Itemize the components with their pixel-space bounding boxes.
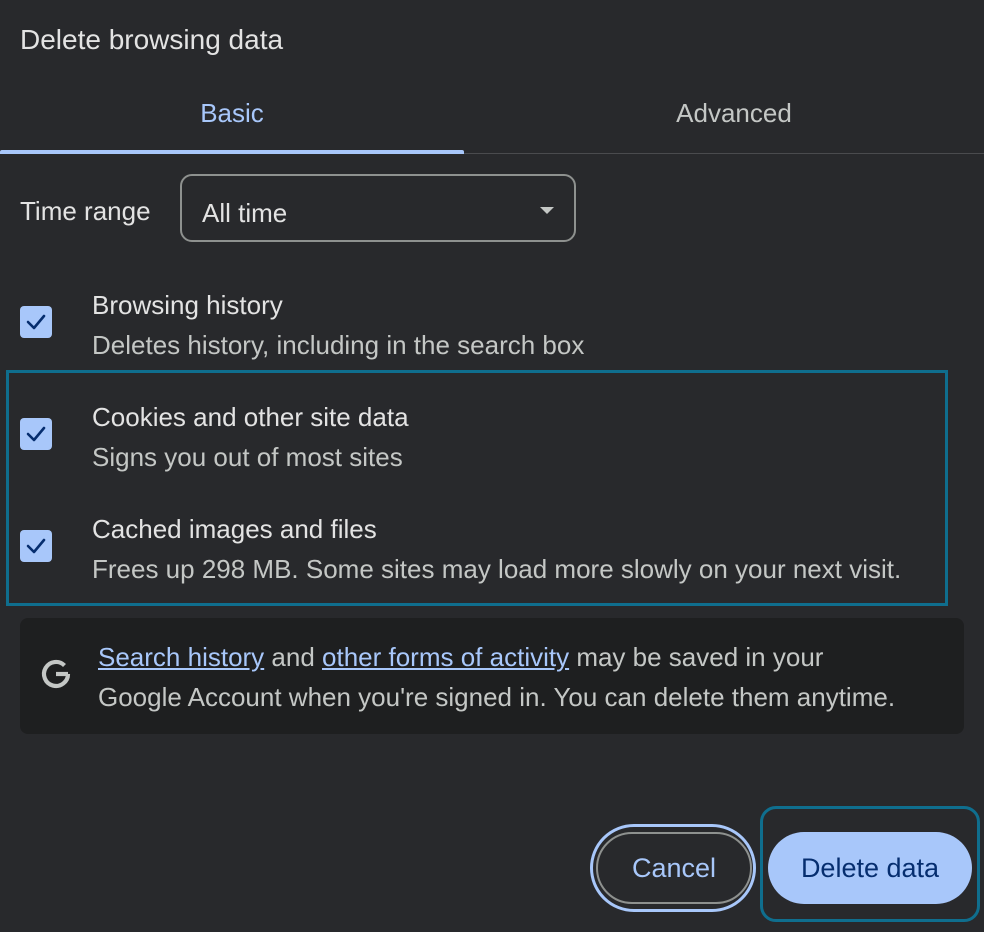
search-history-link[interactable]: Search history — [98, 642, 264, 672]
cookies-checkbox[interactable] — [20, 418, 52, 450]
tab-advanced[interactable]: Advanced — [464, 80, 984, 152]
option-description: Signs you out of most sites — [92, 442, 403, 472]
option-title: Browsing history — [92, 290, 283, 320]
google-g-icon — [41, 659, 71, 689]
option-description: Deletes history, including in the search… — [92, 330, 585, 360]
info-text-line-1: Search history and other forms of activi… — [98, 642, 823, 673]
option-cookies: Cookies and other site data Signs you ou… — [0, 392, 984, 492]
tab-bar: Basic Advanced — [0, 80, 984, 154]
info-trailing-text: may be saved in your — [569, 642, 824, 672]
info-connector-text: and — [264, 642, 323, 672]
checkmark-icon — [26, 314, 46, 330]
checkmark-icon — [26, 426, 46, 442]
cancel-button[interactable]: Cancel — [596, 832, 752, 904]
delete-data-button[interactable]: Delete data — [768, 832, 972, 904]
time-range-value: All time — [202, 198, 288, 228]
dialog-title: Delete browsing data — [20, 24, 284, 55]
option-cached-images: Cached images and files Frees up 298 MB.… — [0, 504, 984, 604]
google-account-info-box: Search history and other forms of activi… — [20, 618, 964, 734]
time-range-label: Time range — [20, 196, 151, 226]
option-title: Cached images and files — [92, 514, 377, 544]
info-text-line-2: Google Account when you're signed in. Yo… — [98, 682, 896, 712]
option-description: Frees up 298 MB. Some sites may load mor… — [92, 554, 902, 584]
option-title: Cookies and other site data — [92, 402, 409, 432]
checkmark-icon — [26, 538, 46, 554]
time-range-select[interactable]: All time — [180, 174, 576, 242]
tab-basic[interactable]: Basic — [0, 80, 464, 154]
delete-browsing-data-dialog: Delete browsing data Basic Advanced Time… — [0, 0, 984, 932]
dropdown-caret-icon — [540, 207, 554, 214]
other-activity-link[interactable]: other forms of activity — [322, 642, 569, 672]
cached-images-checkbox[interactable] — [20, 530, 52, 562]
option-browsing-history: Browsing history Deletes history, includ… — [0, 280, 984, 380]
browsing-history-checkbox[interactable] — [20, 306, 52, 338]
